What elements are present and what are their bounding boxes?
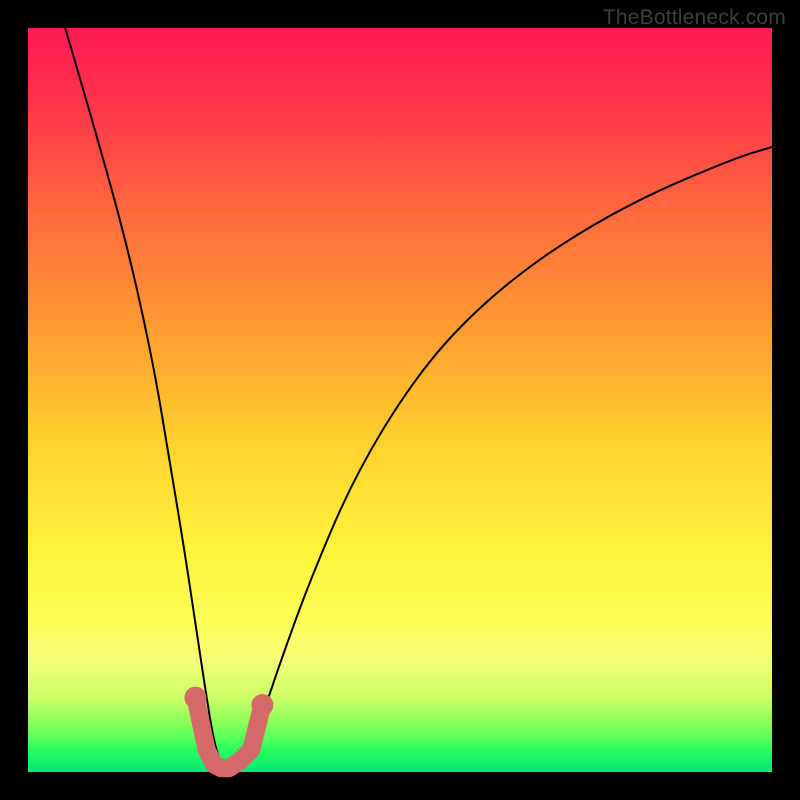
- bottleneck-curve: [65, 28, 772, 767]
- chart-frame: TheBottleneck.com: [0, 0, 800, 800]
- attribution-label: TheBottleneck.com: [603, 6, 786, 30]
- chart-svg: [28, 28, 772, 772]
- plot-area: [28, 28, 772, 772]
- minimum-endpoint-dot: [251, 694, 273, 716]
- minimum-endpoint-dot: [184, 687, 206, 709]
